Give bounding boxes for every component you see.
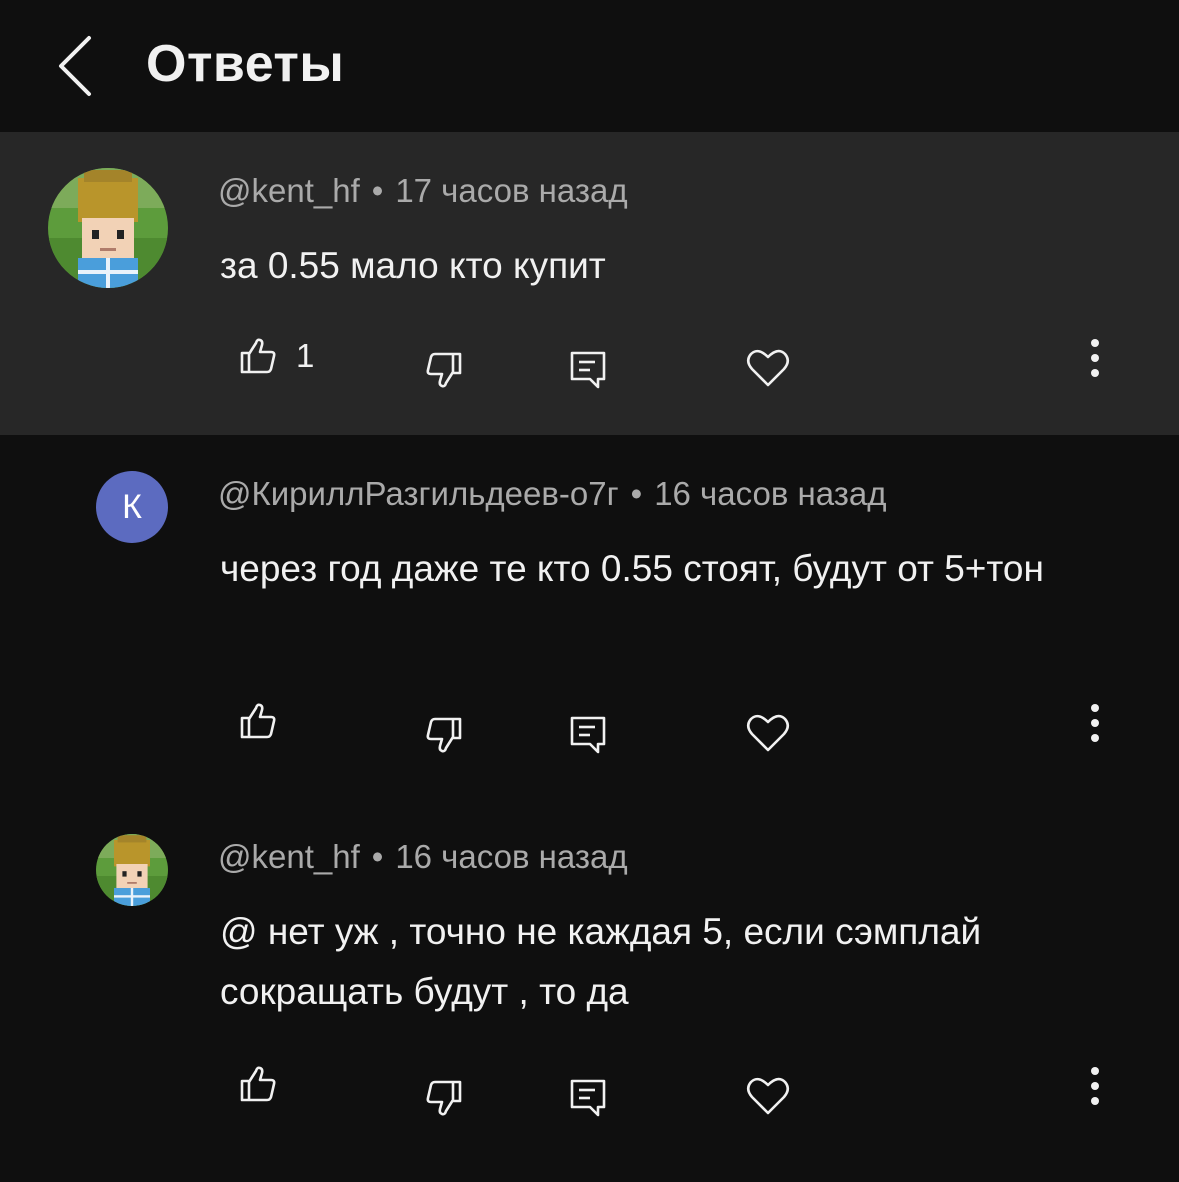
avatar[interactable] bbox=[96, 834, 168, 906]
like-count: 1 bbox=[296, 337, 315, 374]
reply-button[interactable] bbox=[568, 713, 608, 755]
comment-actions: 1 bbox=[0, 332, 1179, 412]
comment-text: через год даже те кто 0.55 стоят, будут … bbox=[220, 548, 1044, 589]
comment-meta: @kent_hf • 17 часов назад bbox=[218, 172, 628, 210]
heart-icon bbox=[746, 348, 790, 388]
comment-meta: @kent_hf • 16 часов назад bbox=[218, 838, 628, 876]
like-button[interactable] bbox=[238, 1064, 278, 1104]
thumbs-down-icon bbox=[424, 350, 464, 390]
more-vertical-icon bbox=[1089, 338, 1101, 378]
more-vertical-icon bbox=[1089, 1066, 1101, 1106]
reply-icon bbox=[568, 1076, 608, 1118]
dislike-button[interactable] bbox=[424, 715, 464, 755]
thumbs-down-icon bbox=[424, 1078, 464, 1118]
parent-comment: @kent_hf • 17 часов назад за 0.55 мало кто… bbox=[0, 132, 1179, 435]
heart-icon bbox=[746, 713, 790, 753]
avatar[interactable]: К bbox=[96, 471, 168, 543]
top-bar: Ответы bbox=[0, 0, 1179, 132]
page-title: Ответы bbox=[146, 35, 345, 93]
avatar-letter: К bbox=[122, 487, 142, 526]
meta-separator: • bbox=[630, 475, 643, 512]
heart-icon bbox=[746, 1076, 790, 1116]
comment-author[interactable]: @kent_hf bbox=[218, 172, 360, 209]
reply-icon bbox=[568, 348, 608, 390]
reply-button[interactable] bbox=[568, 1076, 608, 1118]
comment-text: @ нет уж , точно не каждая 5, если сэмпл… bbox=[220, 911, 982, 1012]
more-options-button[interactable] bbox=[1089, 338, 1119, 383]
comment-actions bbox=[0, 1060, 1179, 1140]
comment-time: 16 часов назад bbox=[654, 475, 887, 512]
heart-button[interactable] bbox=[746, 713, 790, 753]
thumbs-up-icon bbox=[238, 701, 278, 741]
comment-meta: @КириллРазгильдеев-о7г • 16 часов назад bbox=[218, 475, 886, 513]
avatar[interactable] bbox=[48, 168, 168, 288]
comment-author[interactable]: @kent_hf bbox=[218, 838, 360, 875]
thumbs-up-icon bbox=[238, 336, 278, 376]
meta-separator: • bbox=[371, 172, 384, 209]
more-options-button[interactable] bbox=[1089, 1066, 1119, 1111]
more-vertical-icon bbox=[1089, 703, 1101, 743]
comment-author[interactable]: @КириллРазгильдеев-о7г bbox=[218, 475, 619, 512]
heart-button[interactable] bbox=[746, 1076, 790, 1116]
chevron-left-icon bbox=[59, 36, 91, 96]
reply-icon bbox=[568, 713, 608, 755]
comment-actions bbox=[0, 697, 1179, 777]
thumbs-down-icon bbox=[424, 715, 464, 755]
back-button[interactable] bbox=[40, 30, 110, 102]
comment-time: 17 часов назад bbox=[395, 172, 628, 209]
like-button[interactable] bbox=[238, 701, 278, 741]
thumbs-up-icon bbox=[238, 1064, 278, 1104]
dislike-button[interactable] bbox=[424, 350, 464, 390]
more-options-button[interactable] bbox=[1089, 703, 1119, 748]
heart-button[interactable] bbox=[746, 348, 790, 388]
reply-comment: @kent_hf • 16 часов назад @ нет уж , точно… bbox=[0, 798, 1179, 1182]
comment-time: 16 часов назад bbox=[395, 838, 628, 875]
comment-text: за 0.55 мало кто купит bbox=[220, 245, 606, 286]
meta-separator: • bbox=[371, 838, 384, 875]
reply-button[interactable] bbox=[568, 348, 608, 390]
like-button[interactable]: 1 bbox=[238, 336, 314, 376]
dislike-button[interactable] bbox=[424, 1078, 464, 1118]
reply-comment: К @КириллРазгильдеев-о7г • 16 часов назад … bbox=[0, 435, 1179, 795]
